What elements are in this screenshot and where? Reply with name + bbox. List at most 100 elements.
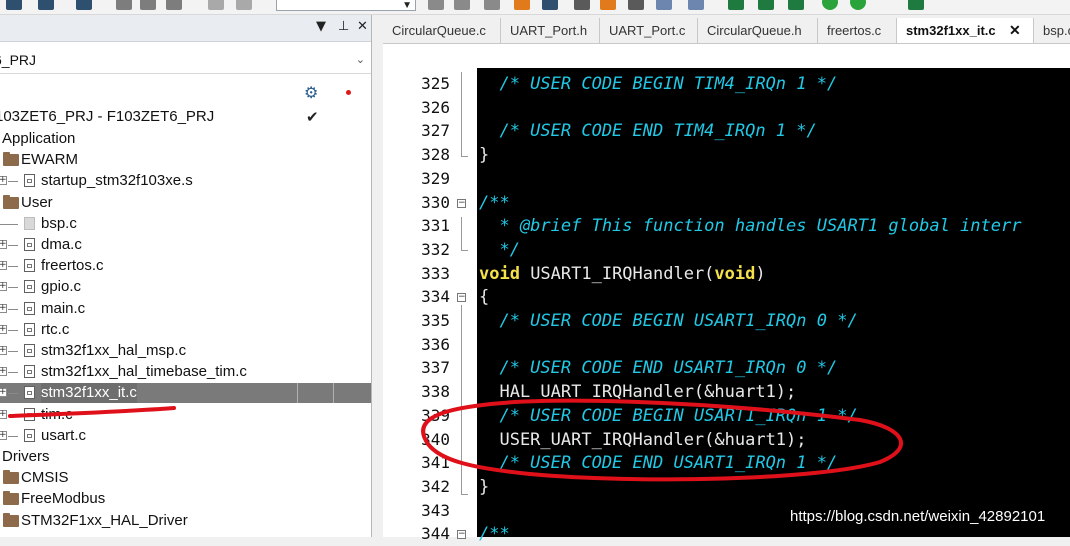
tab-uart-port-h[interactable]: UART_Port.h xyxy=(501,18,600,43)
tab-stm32f1xx-it-c[interactable]: stm32f1xx_it.c ✕ xyxy=(897,18,1034,43)
debug-without-download-icon[interactable] xyxy=(850,0,866,10)
fold-toggle-icon[interactable]: − xyxy=(457,530,466,540)
tree-item-ewarm[interactable]: EWARM xyxy=(0,150,371,170)
code-line[interactable]: HAL_UART_IRQHandler(&huart1); xyxy=(479,380,796,404)
excluded-file-icon xyxy=(24,216,35,230)
code-line[interactable]: /* USER CODE END USART1_IRQn 0 */ xyxy=(479,356,837,380)
tab-label: CircularQueue.h xyxy=(707,23,802,38)
tab-freertos-c[interactable]: freertos.c xyxy=(818,18,897,43)
chevron-down-icon[interactable]: ⌄ xyxy=(356,53,365,66)
options-icon[interactable] xyxy=(908,0,924,10)
chevron-down-icon[interactable]: ▼ xyxy=(402,0,412,11)
code-line[interactable]: * @brief This function handles USART1 gl… xyxy=(479,214,1021,238)
code-line[interactable]: /* USER CODE BEGIN TIM4_IRQn 1 */ xyxy=(479,72,837,96)
code-line[interactable]: /* USER CODE BEGIN USART1_IRQn 1 */ xyxy=(479,404,857,428)
toggle-bookmark-icon[interactable] xyxy=(600,0,616,10)
tree-item-drivers[interactable]: Drivers xyxy=(0,447,371,467)
expand-icon[interactable]: + xyxy=(0,346,7,355)
pin-icon[interactable]: ⊥ xyxy=(338,19,349,34)
find-combobox[interactable]: ▼ xyxy=(276,0,416,11)
code-line[interactable]: */ xyxy=(479,238,519,262)
code-line[interactable]: void USART1_IRQHandler(void) xyxy=(479,262,766,286)
dropdown-arrow-icon[interactable]: ▼ xyxy=(316,19,326,34)
fold-toggle-icon[interactable]: − xyxy=(457,293,466,303)
expand-icon[interactable]: + xyxy=(0,261,7,271)
cut-icon[interactable] xyxy=(116,0,132,10)
tab-bsp-c[interactable]: bsp.c xyxy=(1034,18,1070,43)
tree-item-gpio-c[interactable]: + gpio.c xyxy=(0,277,371,297)
code-line[interactable]: /** xyxy=(479,522,510,546)
save-icon[interactable] xyxy=(38,0,54,10)
code-line[interactable]: /* USER CODE BEGIN USART1_IRQn 0 */ xyxy=(479,309,857,333)
copy-icon[interactable] xyxy=(140,0,156,10)
paste-icon[interactable] xyxy=(166,0,182,10)
c-file-icon xyxy=(24,428,35,442)
download-debug-icon[interactable] xyxy=(822,0,838,10)
expand-icon[interactable]: + xyxy=(0,176,7,186)
tree-item-user[interactable]: User xyxy=(0,193,371,213)
code-line[interactable]: /* USER CODE END TIM4_IRQn 1 */ xyxy=(479,119,816,143)
configuration-select[interactable]: 6_PRJ ⌄ xyxy=(0,49,371,74)
project-title-row[interactable]: 103ZET6_PRJ - F103ZET6_PRJ xyxy=(0,107,371,127)
code-line[interactable]: } xyxy=(479,475,489,499)
fold-toggle-icon[interactable]: − xyxy=(457,198,466,208)
tree-item-label: dma.c xyxy=(41,236,82,253)
expand-icon[interactable]: + xyxy=(0,409,7,419)
next-bookmark-icon[interactable] xyxy=(656,0,672,10)
tree-item-bsp-c[interactable]: bsp.c xyxy=(0,214,371,234)
save-all-icon[interactable] xyxy=(76,0,92,10)
tree-item-freertos-c[interactable]: + freertos.c xyxy=(0,256,371,276)
list-icon[interactable] xyxy=(542,0,558,10)
close-tab-icon[interactable]: ✕ xyxy=(1009,18,1021,43)
compile-icon[interactable] xyxy=(688,0,704,10)
tree-item-startup-stm32f103xe-s[interactable]: + startup_stm32f103xe.s xyxy=(0,171,371,191)
expand-icon[interactable]: + xyxy=(0,324,7,334)
tree-item-cmsis[interactable]: CMSIS xyxy=(0,468,371,488)
tree-item-freemodbus[interactable]: FreeModbus xyxy=(0,489,371,509)
stop-build-icon[interactable] xyxy=(758,0,774,10)
new-file-icon[interactable] xyxy=(6,0,22,10)
gear-icon[interactable]: ⚙ xyxy=(304,83,318,103)
code-line[interactable]: USER_UART_IRQHandler(&huart1); xyxy=(479,428,806,452)
goto-icon[interactable] xyxy=(514,0,530,10)
expand-icon[interactable]: + xyxy=(0,303,7,313)
expand-icon[interactable]: + xyxy=(0,367,7,377)
expand-icon[interactable]: + xyxy=(0,388,7,398)
expand-icon[interactable]: + xyxy=(0,282,7,292)
code-line[interactable]: { xyxy=(479,285,489,309)
expand-icon[interactable]: + xyxy=(0,240,7,249)
tree-item-application[interactable]: Application xyxy=(0,129,371,149)
undo-icon[interactable] xyxy=(208,0,224,10)
tree-item-rtc-c[interactable]: + rtc.c xyxy=(0,320,371,340)
close-icon[interactable]: ✕ xyxy=(357,19,368,34)
fold-guide-end xyxy=(461,494,468,495)
back-icon[interactable] xyxy=(574,0,590,10)
make-icon[interactable] xyxy=(728,0,744,10)
tree-item-dma-c[interactable]: + dma.c xyxy=(0,235,371,255)
c-file-icon xyxy=(24,322,35,336)
tree-item-stm32f1xx-hal-driver[interactable]: STM32F1xx_HAL_Driver xyxy=(0,511,371,531)
c-file-icon xyxy=(24,386,35,400)
find-previous-icon[interactable] xyxy=(428,0,444,10)
tree-item-label: bsp.c xyxy=(41,214,77,232)
tab-uart-port-c[interactable]: UART_Port.c xyxy=(600,18,698,43)
expand-icon[interactable]: + xyxy=(0,430,7,440)
tree-item-tim-c[interactable]: + tim.c xyxy=(0,405,371,425)
code-line[interactable]: /* USER CODE END USART1_IRQn 1 */ xyxy=(479,451,837,475)
tab-circularqueue-h[interactable]: CircularQueue.h xyxy=(698,18,818,43)
tree-item-stm32f1xx-hal-msp-c[interactable]: + stm32f1xx_hal_msp.c xyxy=(0,341,371,361)
redo-icon[interactable] xyxy=(236,0,252,10)
find-next-icon[interactable] xyxy=(484,0,500,10)
tree-item-label: gpio.c xyxy=(41,278,82,296)
breakpoint-icon[interactable] xyxy=(788,0,804,10)
tree-item-stm32f1xx-it-c[interactable]: + stm32f1xx_it.c xyxy=(0,383,371,404)
code-line[interactable]: /** xyxy=(479,191,510,215)
prev-bookmark-icon[interactable] xyxy=(628,0,644,10)
find-icon[interactable] xyxy=(454,0,470,10)
editor-tabs: CircularQueue.c UART_Port.h UART_Port.c Cir… xyxy=(383,18,1070,44)
tree-item-main-c[interactable]: + main.c xyxy=(0,299,371,319)
tree-item-stm32f1xx-hal-timebase-tim-c[interactable]: + stm32f1xx_hal_timebase_tim.c xyxy=(0,362,371,382)
tree-item-usart-c[interactable]: + usart.c xyxy=(0,426,371,446)
code-line[interactable]: } xyxy=(479,143,489,167)
tab-circularqueue-c[interactable]: CircularQueue.c xyxy=(383,18,501,43)
